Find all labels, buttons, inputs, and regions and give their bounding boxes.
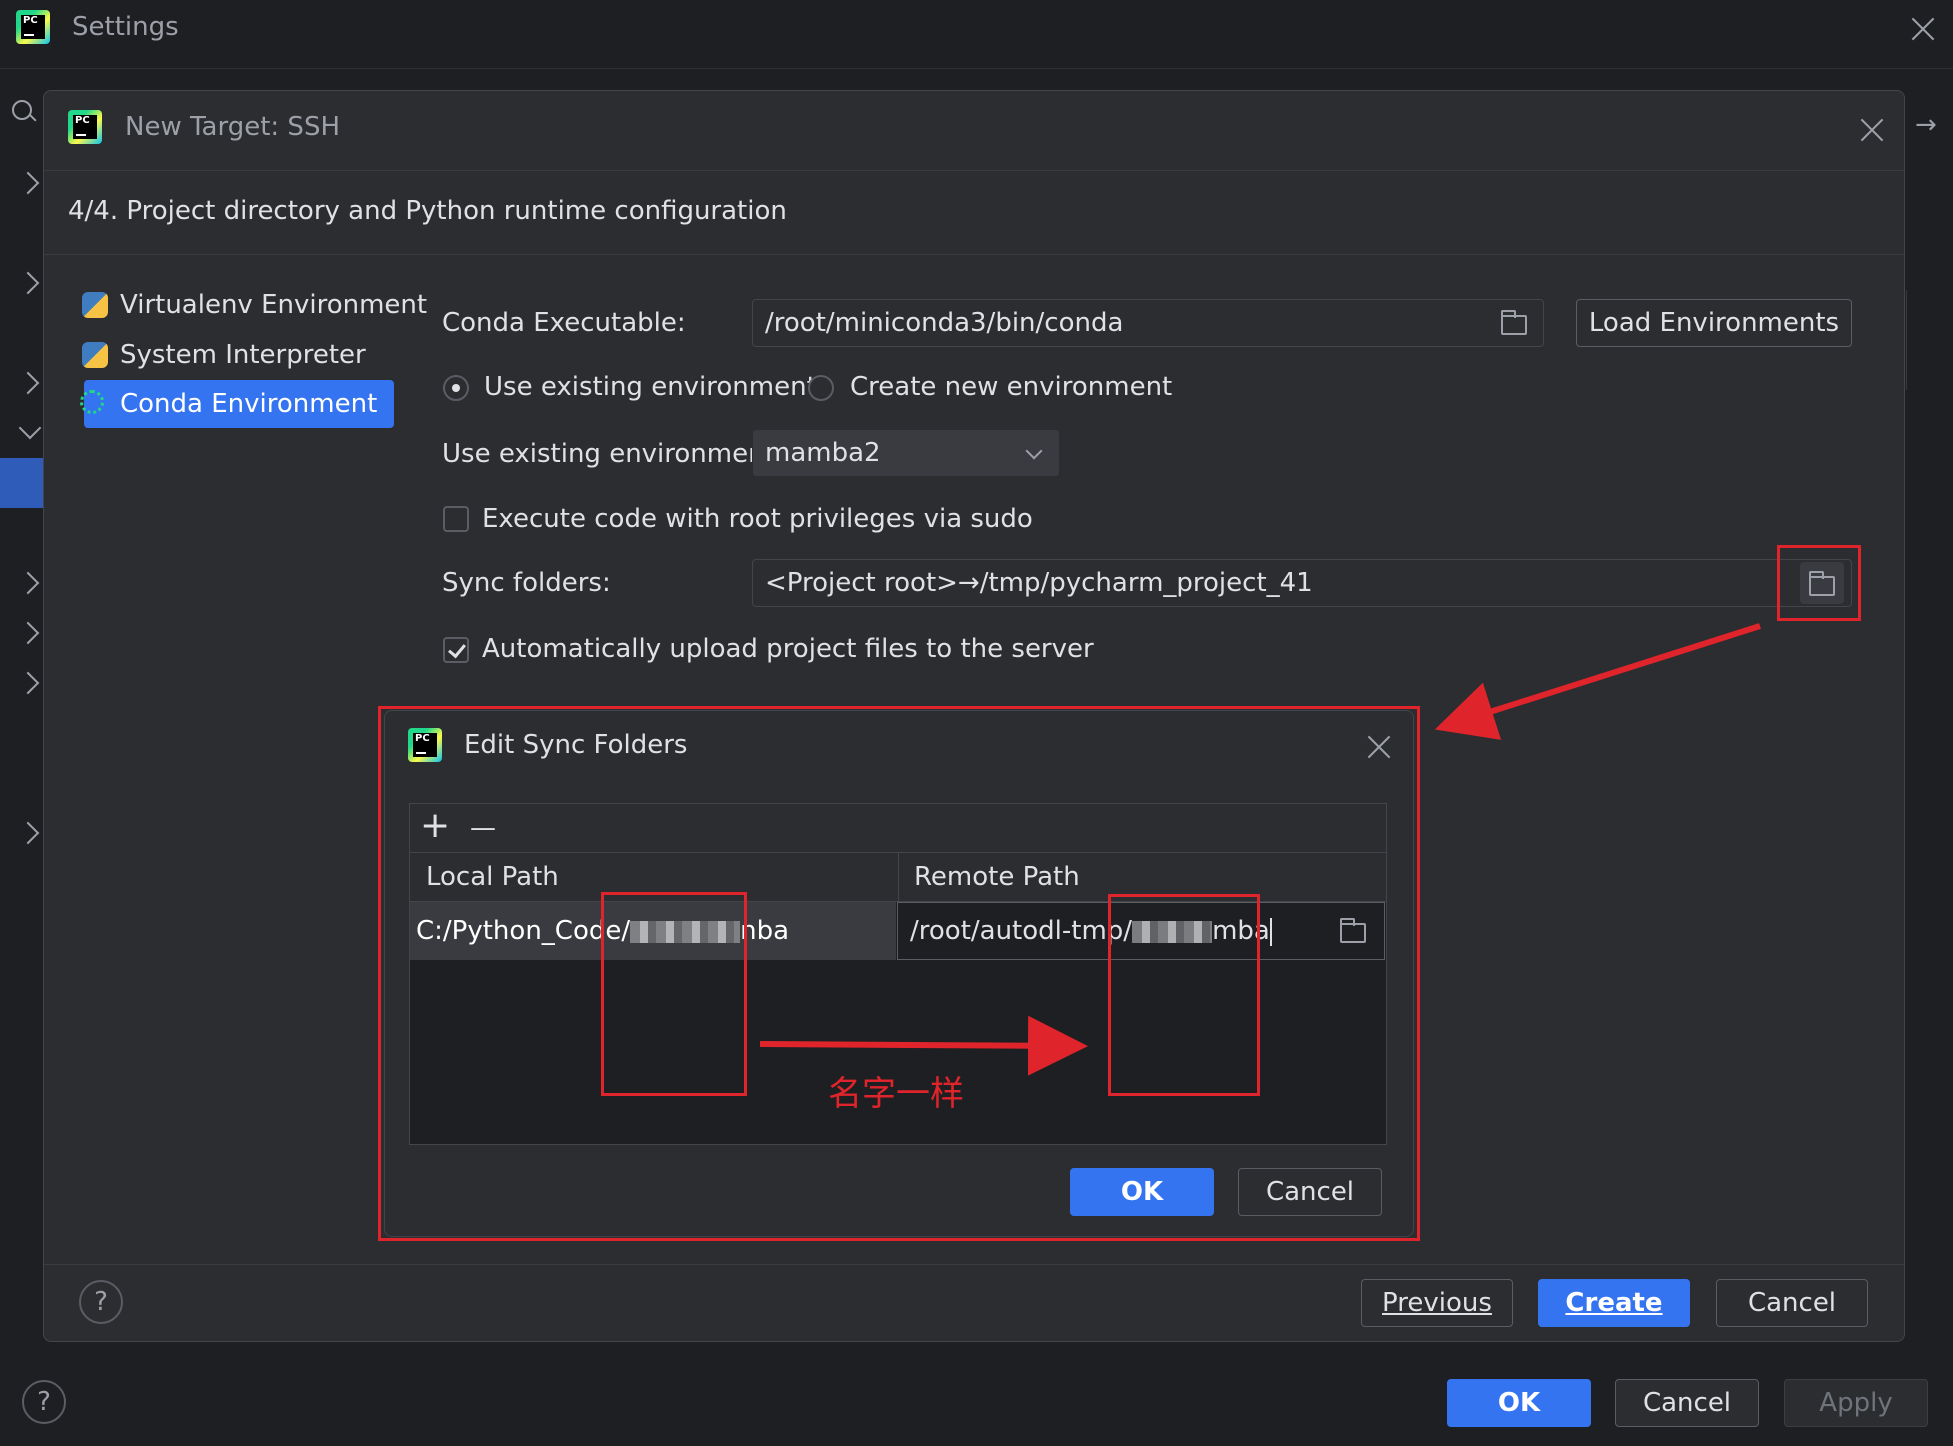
annotation-arrows (759, 623, 1761, 1076)
arrow-to-sync-dialog (1434, 623, 1761, 740)
arrow-local-to-remote (759, 1015, 1088, 1076)
